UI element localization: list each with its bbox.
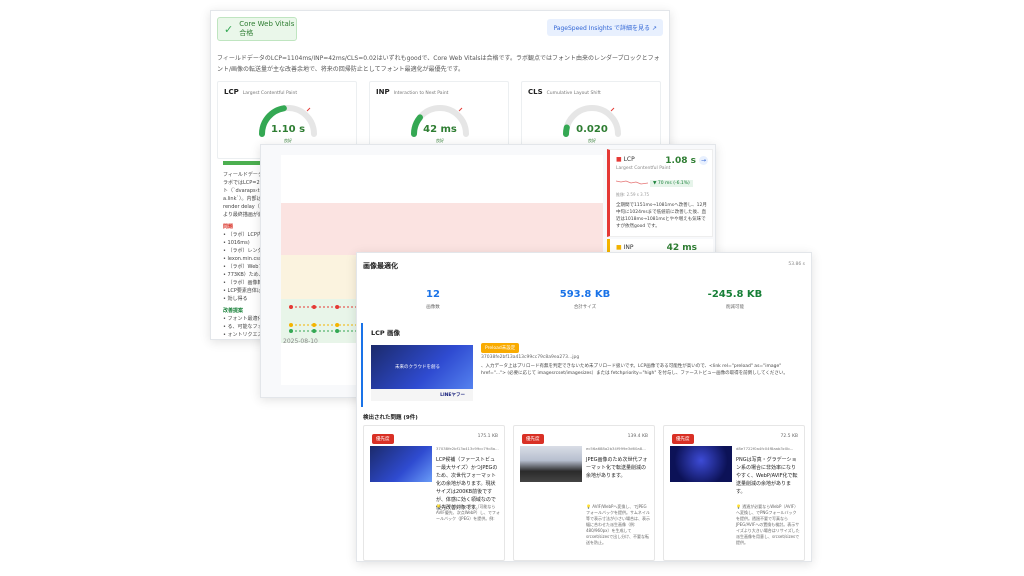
- metric-name: CLS Cumulative Layout Shift: [528, 88, 601, 96]
- thumb-logo: LINEヤフー: [440, 393, 465, 398]
- date-label: 2025-08-10: [283, 338, 318, 345]
- issue-file: 37038fe2bf13a413c99cc79c8a...: [436, 446, 499, 451]
- lcp-point[interactable]: [289, 305, 293, 309]
- stat-label: 画像数: [426, 305, 440, 310]
- preload-badge: Preload未設定: [481, 343, 520, 353]
- image-optimization-panel: 画像最適化 53.86 s 12 画像数 593.8 KB 合計サイズ -245…: [356, 252, 812, 562]
- issue-size: 72.5 KB: [780, 434, 799, 439]
- cls-point[interactable]: [312, 329, 317, 333]
- lcp-image-title: LCP 画像: [371, 329, 400, 337]
- issue-file: d8e7722f0a4fc04f8aab3c0b...: [736, 446, 794, 451]
- stat-image-count: 12 画像数: [373, 289, 493, 310]
- metric-name: INP Interaction to Next Paint: [376, 88, 449, 96]
- issue-size: 139.4 KB: [627, 434, 648, 439]
- pagespeed-insights-link[interactable]: PageSpeed Insights で詳細を見る ↗: [547, 19, 663, 36]
- stat-value: -245.8 KB: [707, 289, 763, 300]
- issue-card[interactable]: 優先度 139.4 KB ec56a688a2b34f999e3d60a8...…: [513, 425, 655, 561]
- issue-thumbnail[interactable]: [520, 446, 582, 482]
- image-optimization-title: 画像最適化: [363, 262, 398, 270]
- lcp-trend-delta: ▼ 70 ms (-6.1%): [650, 180, 693, 187]
- cls-point[interactable]: [335, 329, 340, 333]
- stat-value: 12: [426, 289, 440, 300]
- lcp-image-desc: 、入力データ上はプリロード有無を判定できないため未プリロード扱いです。LCP画像…: [481, 364, 788, 376]
- lcp-trend-desc: 全期間で1151ms→1081msへ改善し、12月中旬に1024msまで低値前に…: [616, 203, 707, 229]
- issue-file: ec56a688a2b34f999e3d60a8...: [586, 446, 646, 451]
- priority-badge: 優先度: [522, 434, 544, 444]
- cwv-summary: フィールドデータのLCP=1104ms/INP=42ms/CLS=0.02はいず…: [217, 55, 660, 73]
- issue-size: 175.1 KB: [477, 434, 498, 439]
- thumb-caption: 未来のクラウドを創る: [395, 365, 440, 370]
- elapsed-time: 53.86 s: [788, 262, 805, 267]
- poor-zone: [281, 203, 603, 255]
- metric-value: 1.10 s: [270, 124, 306, 135]
- lcp-image-file: 37038fe2bf13a413c99cc79c8a9ea273...jpg: [481, 355, 580, 360]
- lcp-point[interactable]: [335, 305, 340, 309]
- issue-thumbnail[interactable]: [370, 446, 432, 482]
- issue-suggestion: 💡 AVIF/WebPへ変換（可能ならAVIF優先、次点WebP）し、でフォール…: [436, 504, 500, 521]
- stat-total-size: 593.8 KB 合計サイズ: [525, 289, 645, 310]
- priority-badge: 優先度: [672, 434, 694, 444]
- stat-label: 合計サイズ: [573, 305, 597, 310]
- check-icon: ✓: [224, 22, 234, 36]
- lcp-trend-card[interactable]: ■ LCP 1.08 s → Largest Contentful Paint …: [607, 149, 713, 237]
- thumb-band: LINEヤフー: [371, 389, 473, 401]
- priority-badge: 優先度: [372, 434, 394, 444]
- cwv-pass-badge: ✓ Core Web Vitals 合格: [217, 17, 297, 41]
- stat-savings: -245.8 KB 削減可能: [675, 289, 795, 310]
- issue-suggestion: 💡 透過が必要ならWebP（AVIF）へ変換し、でPNGフォールバックを提供。透…: [736, 504, 800, 545]
- cwv-pass-label: Core Web Vitals 合格: [239, 20, 295, 37]
- lcp-trend-full: Largest Contentful Paint: [616, 166, 671, 171]
- issue-text: PNGは写真・グラデーション系の場合に非効率になりやすく、WebP/AVIF化で…: [736, 457, 798, 495]
- issue-card[interactable]: 優先度 72.5 KB d8e7722f0a4fc04f8aab3c0b... …: [663, 425, 805, 561]
- inp-point[interactable]: [289, 323, 293, 327]
- metric-value: 42 ms: [423, 124, 457, 135]
- cls-point[interactable]: [289, 329, 293, 333]
- stat-value: 593.8 KB: [559, 289, 611, 300]
- issue-text: JPEG画像のため次世代フォーマット化で転送量削減の余地があります。: [586, 457, 648, 479]
- metric-name: LCP Largest Contentful Paint: [224, 88, 298, 96]
- issues-title: 検出された問題 (9件): [363, 415, 418, 421]
- lcp-point[interactable]: [312, 305, 317, 309]
- issue-card[interactable]: 優先度 175.1 KB 37038fe2bf13a413c99cc79c8a.…: [363, 425, 505, 561]
- inp-point[interactable]: [312, 323, 317, 327]
- lcp-image-section: LCP 画像 未来のクラウドを創る LINEヤフー Preload未設定 370…: [361, 323, 809, 407]
- metric-value: 0.020: [576, 124, 608, 135]
- stat-label: 削減可能: [726, 305, 744, 310]
- arrow-right-icon[interactable]: →: [699, 156, 708, 165]
- issue-thumbnail[interactable]: [670, 446, 732, 482]
- lcp-trend-meta: 推移: 2.59 s 3.75: [616, 192, 650, 197]
- sparkline: [616, 180, 648, 185]
- lcp-image-thumbnail[interactable]: 未来のクラウドを創る LINEヤフー: [371, 345, 473, 401]
- issue-suggestion: 💡 AVIF/WebPへ変換し、でJPEGフォールバックを提供。サムネイル等で表…: [586, 504, 650, 545]
- lcp-trend-value: 1.08 s: [665, 156, 696, 166]
- inp-point[interactable]: [335, 323, 340, 327]
